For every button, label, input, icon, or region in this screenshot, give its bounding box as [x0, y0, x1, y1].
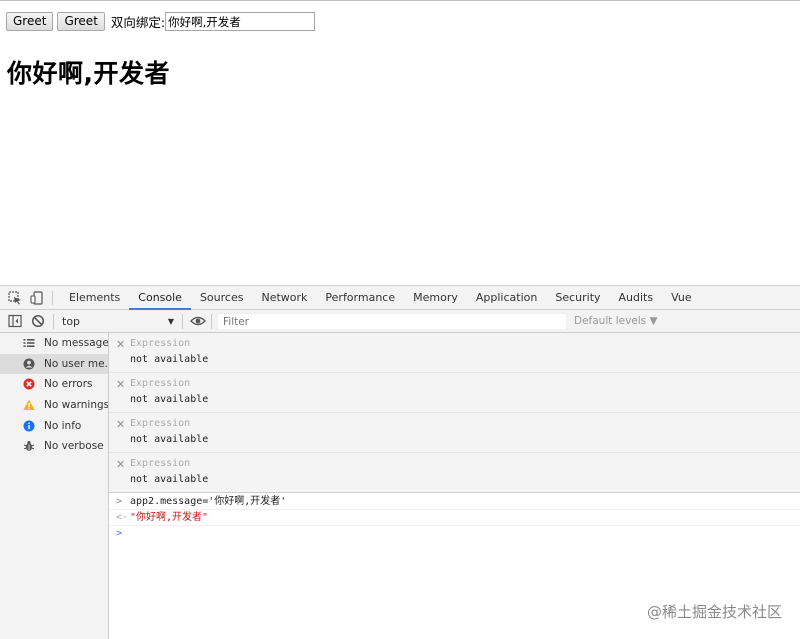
console-prompt[interactable]: >	[109, 526, 800, 542]
inspect-element-icon[interactable]	[8, 291, 22, 305]
sidebar-item-label: No errors	[44, 378, 93, 391]
sidebar-item-info[interactable]: No info	[0, 415, 108, 436]
live-expression: ✕ Expression not available	[109, 453, 800, 493]
context-selector[interactable]: top ▼	[58, 313, 178, 330]
expression-input[interactable]: Expression	[130, 458, 190, 469]
live-expression: ✕ Expression not available	[109, 333, 800, 373]
controls-row: Greet Greet 双向绑定:	[6, 12, 316, 31]
sidebar-item-messages[interactable]: No messages	[0, 333, 108, 354]
info-icon	[23, 420, 35, 432]
input-prompt-icon: >	[116, 496, 123, 507]
close-icon[interactable]: ✕	[116, 418, 125, 431]
console-input-line: > app2.message='你好啊,开发者'	[109, 494, 800, 510]
device-toolbar-icon[interactable]	[30, 291, 44, 305]
bug-icon	[23, 441, 35, 452]
console-output: ✕ Expression not available ✕ Expression …	[109, 333, 800, 639]
close-icon[interactable]: ✕	[116, 458, 125, 471]
close-icon[interactable]: ✕	[116, 338, 125, 351]
tab-security[interactable]: Security	[546, 286, 609, 310]
watermark: @稀土掘金技术社区	[646, 603, 782, 621]
list-icon	[23, 339, 35, 348]
live-expression: ✕ Expression not available	[109, 373, 800, 413]
expression-input[interactable]: Expression	[130, 378, 190, 389]
log-levels-dropdown[interactable]: Default levels ▼	[574, 313, 658, 330]
console-command: app2.message='你好啊,开发者'	[130, 496, 287, 507]
tab-audits[interactable]: Audits	[610, 286, 663, 310]
chevron-down-icon: ▼	[167, 317, 174, 326]
sidebar-item-label: No user me...	[44, 357, 108, 370]
expression-value: not available	[130, 474, 209, 485]
tab-vue[interactable]: Vue	[662, 286, 701, 310]
devtools-panel: Elements Console Sources Network Perform…	[0, 285, 800, 639]
user-icon	[23, 358, 35, 370]
close-icon[interactable]: ✕	[116, 378, 125, 391]
toolbar-divider	[53, 314, 54, 329]
console-toolbar: top ▼ Default levels ▼	[0, 310, 800, 333]
tab-memory[interactable]: Memory	[404, 286, 467, 310]
expression-input[interactable]: Expression	[130, 418, 190, 429]
sidebar-item-label: No warnings	[44, 399, 108, 412]
expression-input[interactable]: Expression	[130, 338, 190, 349]
toolbar-divider-3	[211, 314, 212, 329]
sidebar-item-user-messages[interactable]: No user me...	[0, 353, 108, 375]
toolbar-divider-2	[182, 314, 183, 329]
expression-value: not available	[130, 394, 209, 405]
console-filter-input[interactable]	[217, 313, 567, 330]
result-arrow-icon: <·	[116, 512, 129, 523]
tab-elements[interactable]: Elements	[60, 286, 129, 310]
live-expression-eye-icon[interactable]	[190, 314, 206, 328]
sidebar-item-verbose[interactable]: No verbose	[0, 436, 108, 457]
binding-input[interactable]	[165, 12, 316, 31]
expression-value: not available	[130, 354, 209, 365]
tab-application[interactable]: Application	[467, 286, 546, 310]
tab-network[interactable]: Network	[252, 286, 316, 310]
sidebar-item-warnings[interactable]: No warnings	[0, 395, 108, 416]
warning-icon	[23, 399, 35, 411]
clear-console-icon[interactable]	[31, 314, 45, 328]
prompt-chevron-icon: >	[116, 528, 123, 539]
sidebar-item-label: No info	[44, 419, 82, 432]
console-sidebar: No messages No user me... No errors No w…	[0, 333, 109, 639]
error-icon	[23, 378, 35, 390]
console-result-line: <· "你好啊,开发者"	[109, 510, 800, 526]
greet-button-2[interactable]: Greet	[57, 12, 105, 31]
message-heading: 你好啊,开发者	[7, 59, 170, 88]
context-selector-label: top	[62, 315, 81, 328]
devtools-tabs: Elements Console Sources Network Perform…	[60, 286, 701, 310]
toggle-sidebar-icon[interactable]	[8, 314, 22, 328]
tab-console[interactable]: Console	[129, 286, 191, 310]
sidebar-item-errors[interactable]: No errors	[0, 374, 108, 395]
sidebar-item-label: No messages	[44, 337, 108, 350]
sidebar-item-label: No verbose	[44, 440, 104, 453]
live-expression: ✕ Expression not available	[109, 413, 800, 453]
page-area: Greet Greet 双向绑定: 你好啊,开发者	[0, 0, 800, 285]
tabbar-divider	[52, 291, 53, 305]
expression-value: not available	[130, 434, 209, 445]
greet-button-1[interactable]: Greet	[6, 12, 54, 31]
console-result: "你好啊,开发者"	[130, 512, 209, 523]
tab-sources[interactable]: Sources	[191, 286, 253, 310]
binding-label: 双向绑定:	[110, 15, 166, 30]
tab-performance[interactable]: Performance	[316, 286, 404, 310]
devtools-tabbar: Elements Console Sources Network Perform…	[0, 286, 800, 310]
